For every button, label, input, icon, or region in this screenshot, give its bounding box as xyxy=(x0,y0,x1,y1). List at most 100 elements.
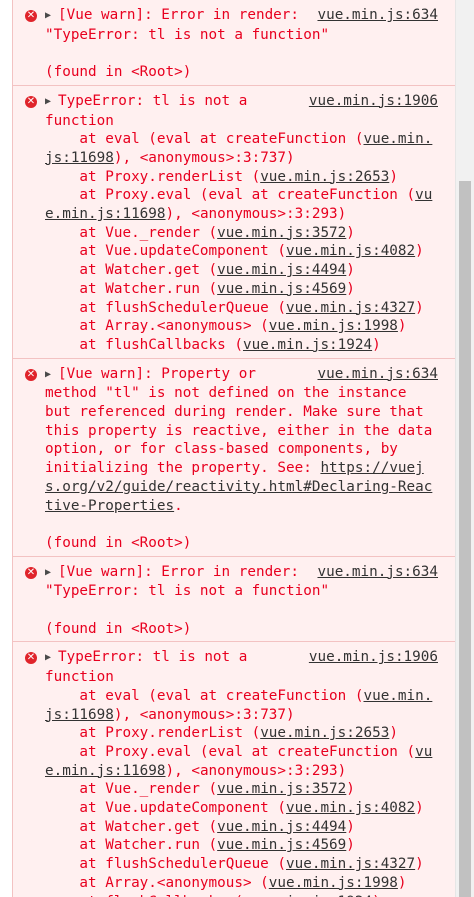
message-line xyxy=(45,601,438,620)
message-line: s.org/v2/guide/reactivity.html#Declaring… xyxy=(45,478,438,497)
message-line xyxy=(45,44,438,63)
error-icon: ✕ xyxy=(25,652,37,665)
stack-frame: e.min.js:11698), <anonymous>:3:293) xyxy=(45,762,438,781)
expand-triangle-icon[interactable]: ▶ xyxy=(45,649,58,668)
frame-suffix: ), <anonymous>:3:293) xyxy=(165,206,347,223)
message-line: ▶ [Vue warn]: Property or vue.min.js:634 xyxy=(45,365,438,385)
expand-triangle-icon[interactable]: ▶ xyxy=(45,7,58,26)
message-line: (found in <Root>) xyxy=(45,64,192,81)
docs-link[interactable]: s.org/v2/guide/reactivity.html#Declaring… xyxy=(45,479,432,495)
frame-function: at Vue._render ( xyxy=(45,781,218,798)
message-text: [Vue warn]: Error in render: xyxy=(58,563,300,580)
message-line: method "tl" is not defined on the instan… xyxy=(45,385,407,402)
frame-source-link[interactable]: e.min.js:11698 xyxy=(45,763,166,779)
frame-source-link[interactable]: js:11698 xyxy=(45,707,114,723)
stack-frame: at Proxy.eval (eval at createFunction (v… xyxy=(45,743,438,762)
stack-frame: at Proxy.eval (eval at createFunction (v… xyxy=(45,186,438,205)
stack-frame: at eval (eval at createFunction (vue.min… xyxy=(45,130,438,149)
stack-frame: at eval (eval at createFunction (vue.min… xyxy=(45,687,438,706)
docs-link[interactable]: tive-Properties xyxy=(45,498,174,514)
message-line: (found in <Root>) xyxy=(45,620,192,637)
stack-frame: at flushCallbacks (vue.min.js:1924) xyxy=(45,336,438,355)
stack-frame: at Array.<anonymous> (vue.min.js:1998) xyxy=(45,874,438,893)
source-link[interactable]: vue.min.js:634 xyxy=(317,6,438,25)
frame-source-link[interactable]: js:11698 xyxy=(45,150,114,166)
source-link[interactable]: vue.min.js:634 xyxy=(317,563,438,582)
message-line: tive-Properties. xyxy=(45,497,438,516)
frame-source-link[interactable]: vue.min.js:1924 xyxy=(243,894,372,897)
stack-trace: at eval (eval at createFunction (vue.min… xyxy=(45,687,438,897)
source-link[interactable]: vue.min.js:1906 xyxy=(309,648,438,667)
stack-frame: at Vue._render (vue.min.js:3572) xyxy=(45,780,438,799)
stack-frame: e.min.js:11698), <anonymous>:3:293) xyxy=(45,205,438,224)
frame-source-link[interactable]: vu xyxy=(415,744,432,760)
message-line: this property is reactive, either in the… xyxy=(45,422,433,439)
frame-source-link[interactable]: vue.min.js:4494 xyxy=(217,262,346,278)
frame-source-link[interactable]: vue.min.js:4327 xyxy=(286,300,415,316)
frame-suffix: ) xyxy=(415,299,424,316)
frame-function: at Vue.updateComponent ( xyxy=(45,243,287,260)
stack-frame: at Vue._render (vue.min.js:3572) xyxy=(45,224,438,243)
frame-source-link[interactable]: vue.min.js:4494 xyxy=(217,819,346,835)
frame-source-link[interactable]: vue.min.js:4082 xyxy=(286,243,415,259)
frame-source-link[interactable]: vu xyxy=(415,187,432,203)
frame-source-link[interactable]: vue.min.js:2653 xyxy=(260,169,389,185)
message-line: "TypeError: tl is not a function" xyxy=(45,26,330,43)
frame-source-link[interactable]: vue.min.js:3572 xyxy=(217,781,346,797)
frame-function: at flushCallbacks ( xyxy=(45,336,243,353)
stack-frame: at Watcher.run (vue.min.js:4569) xyxy=(45,836,438,855)
stack-frame: at Array.<anonymous> (vue.min.js:1998) xyxy=(45,317,438,336)
frame-source-link[interactable]: vue.min.js:4082 xyxy=(286,800,415,816)
frame-source-link[interactable]: vue.min.js:4569 xyxy=(217,837,346,853)
stack-trace: at eval (eval at createFunction (vue.min… xyxy=(45,130,438,354)
frame-suffix: ) xyxy=(415,243,424,260)
message-line: but referenced during render. Make sure … xyxy=(45,404,424,421)
frame-source-link[interactable]: vue.min. xyxy=(363,131,432,147)
message-line: "TypeError: tl is not a function" xyxy=(45,583,330,600)
message-text: TypeError: tl is not a xyxy=(58,649,248,666)
frame-source-link[interactable]: vue.min.js:2653 xyxy=(260,725,389,741)
frame-function: at Proxy.eval (eval at createFunction ( xyxy=(45,743,416,760)
stack-frame: at Proxy.renderList (vue.min.js:2653) xyxy=(45,168,438,187)
stack-frame: at Watcher.get (vue.min.js:4494) xyxy=(45,261,438,280)
frame-suffix: ), <anonymous>:3:737) xyxy=(113,706,295,723)
frame-function: at Proxy.renderList ( xyxy=(45,168,261,185)
stack-frame: at flushCallbacks (vue.min.js:1924) xyxy=(45,893,438,897)
frame-suffix: ) xyxy=(372,336,381,353)
source-link[interactable]: vue.min.js:634 xyxy=(317,365,438,384)
error-icon: ✕ xyxy=(25,566,37,579)
frame-function: at Array.<anonymous> ( xyxy=(45,318,269,335)
frame-function: at Watcher.get ( xyxy=(45,262,218,279)
stack-frame: at Vue.updateComponent (vue.min.js:4082) xyxy=(45,799,438,818)
message-line: ▶ TypeError: tl is not a vue.min.js:1906 xyxy=(45,648,438,668)
frame-suffix: ), <anonymous>:3:293) xyxy=(165,762,347,779)
frame-source-link[interactable]: vue.min.js:4327 xyxy=(286,856,415,872)
frame-function: at eval (eval at createFunction ( xyxy=(45,131,364,148)
expand-triangle-icon[interactable]: ▶ xyxy=(45,93,58,112)
source-link[interactable]: vue.min.js:1906 xyxy=(309,92,438,111)
frame-function: at Proxy.eval (eval at createFunction ( xyxy=(45,187,416,204)
console-error-message: ✕ ▶ TypeError: tl is not a vue.min.js:1906… xyxy=(13,642,456,897)
scrollbar[interactable] xyxy=(455,0,474,897)
stack-frame: at Vue.updateComponent (vue.min.js:4082) xyxy=(45,242,438,261)
stack-frame: at Watcher.run (vue.min.js:4569) xyxy=(45,280,438,299)
scrollbar-thumb[interactable] xyxy=(459,181,471,897)
frame-source-link[interactable]: vue.min. xyxy=(363,688,432,704)
expand-triangle-icon[interactable]: ▶ xyxy=(45,564,58,583)
message-line: ▶ [Vue warn]: Error in render: vue.min.js:… xyxy=(45,563,438,583)
frame-source-link[interactable]: vue.min.js:1998 xyxy=(269,875,398,891)
frame-source-link[interactable]: e.min.js:11698 xyxy=(45,206,166,222)
frame-suffix: ) xyxy=(346,837,355,854)
frame-suffix: ) xyxy=(389,168,398,185)
frame-source-link[interactable]: vue.min.js:4569 xyxy=(217,281,346,297)
message-line: function xyxy=(45,669,114,686)
frame-source-link[interactable]: vue.min.js:1924 xyxy=(243,337,372,353)
stack-frame: at flushSchedulerQueue (vue.min.js:4327) xyxy=(45,855,438,874)
frame-source-link[interactable]: vue.min.js:1998 xyxy=(269,318,398,334)
frame-function: at Watcher.run ( xyxy=(45,280,218,297)
frame-suffix: ) xyxy=(346,781,355,798)
expand-triangle-icon[interactable]: ▶ xyxy=(45,366,58,385)
docs-link[interactable]: https://vuej xyxy=(320,460,423,476)
frame-source-link[interactable]: vue.min.js:3572 xyxy=(217,225,346,241)
message-line: option, or for class-based components, b… xyxy=(45,441,398,458)
